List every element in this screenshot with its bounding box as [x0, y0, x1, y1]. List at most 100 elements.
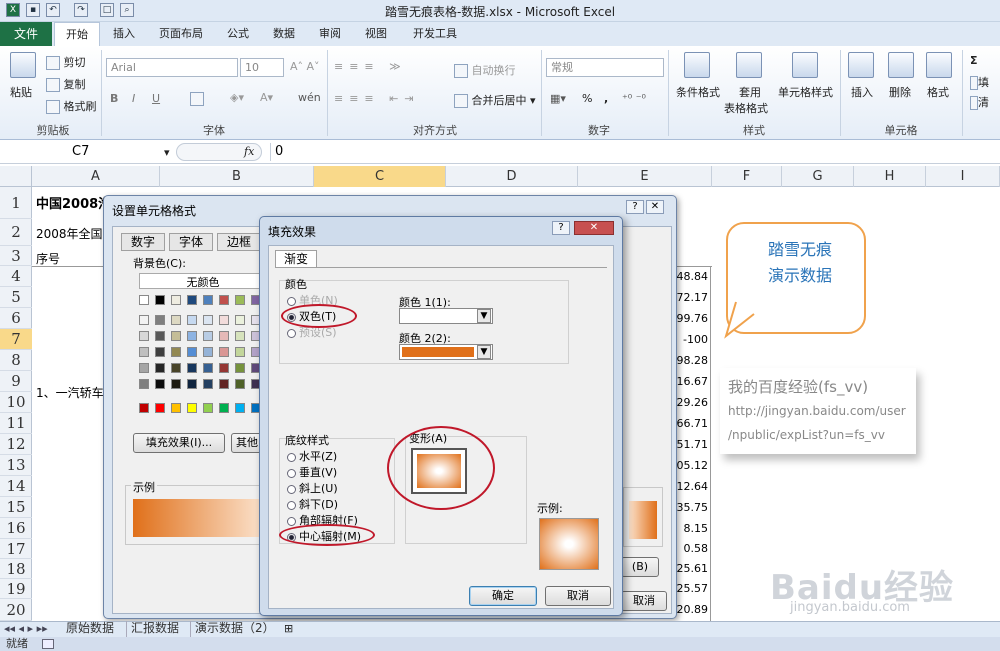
cut-button[interactable]: 剪切: [46, 54, 86, 70]
tab-file[interactable]: 文件: [0, 22, 52, 46]
paste-icon[interactable]: [10, 52, 36, 78]
sheet-tab-original[interactable]: 原始数据: [62, 621, 118, 637]
column-header[interactable]: A: [32, 166, 160, 187]
insert-function-button[interactable]: fx: [244, 145, 254, 158]
row-header[interactable]: 8: [0, 350, 32, 371]
cancel-button-partial[interactable]: 取消: [621, 591, 667, 611]
row-header[interactable]: 11: [0, 413, 32, 434]
print-preview-icon[interactable]: ⌕: [120, 3, 134, 17]
cell-value[interactable]: 12.64: [672, 480, 710, 493]
insert-cells-icon[interactable]: [848, 52, 874, 78]
cell-styles-button[interactable]: 单元格样式: [778, 84, 833, 100]
save-icon[interactable]: ▪: [26, 3, 40, 17]
tab-number[interactable]: 数字: [121, 233, 165, 251]
clear-button[interactable]: 清: [970, 94, 989, 110]
undo-icon[interactable]: ↶: [46, 3, 60, 17]
cell-value[interactable]: 99.76: [672, 312, 710, 325]
phonetic-button[interactable]: wén: [298, 91, 321, 104]
cell-value[interactable]: 16.67: [672, 375, 710, 388]
close-icon[interactable]: ✕: [646, 200, 664, 214]
tab-border[interactable]: 边框: [217, 233, 261, 251]
row-header[interactable]: 2: [0, 219, 32, 246]
tab-view[interactable]: 视图: [356, 22, 396, 46]
cell-value[interactable]: 98.28: [672, 354, 710, 367]
insert-cells-button[interactable]: 插入: [851, 84, 873, 100]
tab-formulas[interactable]: 公式: [218, 22, 258, 46]
select-all-button[interactable]: [0, 166, 32, 187]
cancel-button[interactable]: 取消: [545, 586, 611, 606]
fill-effects-button[interactable]: 填充效果(I)...: [133, 433, 225, 453]
cell-a2[interactable]: 2008年全国: [36, 225, 103, 242]
ok-button-partial[interactable]: (B): [621, 557, 659, 577]
row-header[interactable]: 20: [0, 599, 32, 621]
font-color-icon[interactable]: A▾: [260, 91, 273, 104]
cell-value[interactable]: 05.12: [672, 459, 710, 472]
column-header[interactable]: D: [446, 166, 578, 187]
tab-page-layout[interactable]: 页面布局: [150, 22, 212, 46]
row-header[interactable]: 17: [0, 539, 32, 559]
wrap-text-button[interactable]: 自动换行: [454, 62, 516, 78]
redo-icon[interactable]: ↷: [74, 3, 88, 17]
cell-value[interactable]: 35.75: [672, 501, 710, 514]
format-cells-button[interactable]: 格式: [927, 84, 949, 100]
tab-gradient[interactable]: 渐变: [275, 250, 317, 268]
new-file-icon[interactable]: □: [100, 3, 114, 17]
column-header[interactable]: I: [926, 166, 1000, 187]
merge-center-button[interactable]: 合并后居中 ▾: [454, 92, 536, 108]
delete-cells-icon[interactable]: [888, 52, 914, 78]
font-name-combo[interactable]: Arial: [106, 58, 238, 77]
format-painter-button[interactable]: 格式刷: [46, 98, 97, 114]
cell-value[interactable]: 72.17: [672, 291, 710, 304]
no-color-button[interactable]: 无颜色: [139, 273, 267, 289]
column-header[interactable]: G: [782, 166, 854, 187]
row-header[interactable]: 16: [0, 518, 32, 539]
help-icon[interactable]: ?: [626, 200, 644, 214]
name-box[interactable]: C7: [0, 143, 175, 161]
font-size-combo[interactable]: 10: [240, 58, 284, 77]
italic-button[interactable]: I: [132, 92, 135, 105]
fill-color-icon[interactable]: ◈▾: [230, 91, 244, 104]
column-header[interactable]: F: [712, 166, 782, 187]
borders-icon[interactable]: [190, 92, 204, 106]
sheet-tab-report[interactable]: 汇报数据: [126, 621, 183, 637]
tab-review[interactable]: 审阅: [310, 22, 350, 46]
row-header-selected[interactable]: 7: [0, 329, 32, 350]
fill-button[interactable]: 填: [970, 74, 989, 90]
radio-vertical[interactable]: 垂直(V): [287, 464, 337, 480]
row-header[interactable]: 10: [0, 392, 32, 413]
align-top-icons[interactable]: ≡≡≡ ≫: [334, 60, 407, 73]
grow-font-icon[interactable]: A˄ A˅: [290, 60, 320, 73]
row-header[interactable]: 15: [0, 497, 32, 518]
cell-value[interactable]: 8.15: [672, 522, 710, 535]
decimal-icons[interactable]: ⁺⁰ ⁻⁰: [622, 92, 646, 105]
row-header[interactable]: 18: [0, 559, 32, 579]
conditional-format-button[interactable]: 条件格式: [676, 84, 720, 100]
dropdown-arrow-icon[interactable]: ▼: [477, 309, 491, 323]
row-header[interactable]: 6: [0, 308, 32, 329]
radio-diagonal-up[interactable]: 斜上(U): [287, 480, 338, 496]
radio-horizontal[interactable]: 水平(Z): [287, 448, 337, 464]
cell-value[interactable]: 20.89: [672, 603, 710, 616]
sheet-tab-demo[interactable]: 演示数据（2）: [190, 621, 279, 637]
cell-value[interactable]: 51.71: [672, 438, 710, 451]
row-header[interactable]: 3: [0, 246, 32, 266]
formula-input[interactable]: 0: [270, 143, 1000, 161]
ok-button[interactable]: 确定: [469, 586, 537, 606]
conditional-format-icon[interactable]: [684, 52, 710, 78]
column-header-selected[interactable]: C: [314, 166, 446, 187]
new-sheet-icon[interactable]: ⊞: [284, 622, 293, 635]
tab-developer[interactable]: 开发工具: [404, 22, 466, 46]
format-table-icon[interactable]: [736, 52, 762, 78]
row-header[interactable]: 19: [0, 579, 32, 599]
row-header[interactable]: 1: [0, 187, 32, 219]
cell-styles-icon[interactable]: [792, 52, 818, 78]
close-icon[interactable]: ✕: [574, 221, 614, 235]
column-header[interactable]: H: [854, 166, 926, 187]
macro-record-icon[interactable]: [42, 639, 54, 649]
paste-button[interactable]: 粘贴: [10, 84, 32, 100]
tab-home[interactable]: 开始: [54, 22, 100, 46]
row-header[interactable]: 4: [0, 266, 32, 287]
row-header[interactable]: 14: [0, 476, 32, 497]
format-table-button[interactable]: 套用: [739, 84, 761, 100]
delete-cells-button[interactable]: 删除: [889, 84, 911, 100]
